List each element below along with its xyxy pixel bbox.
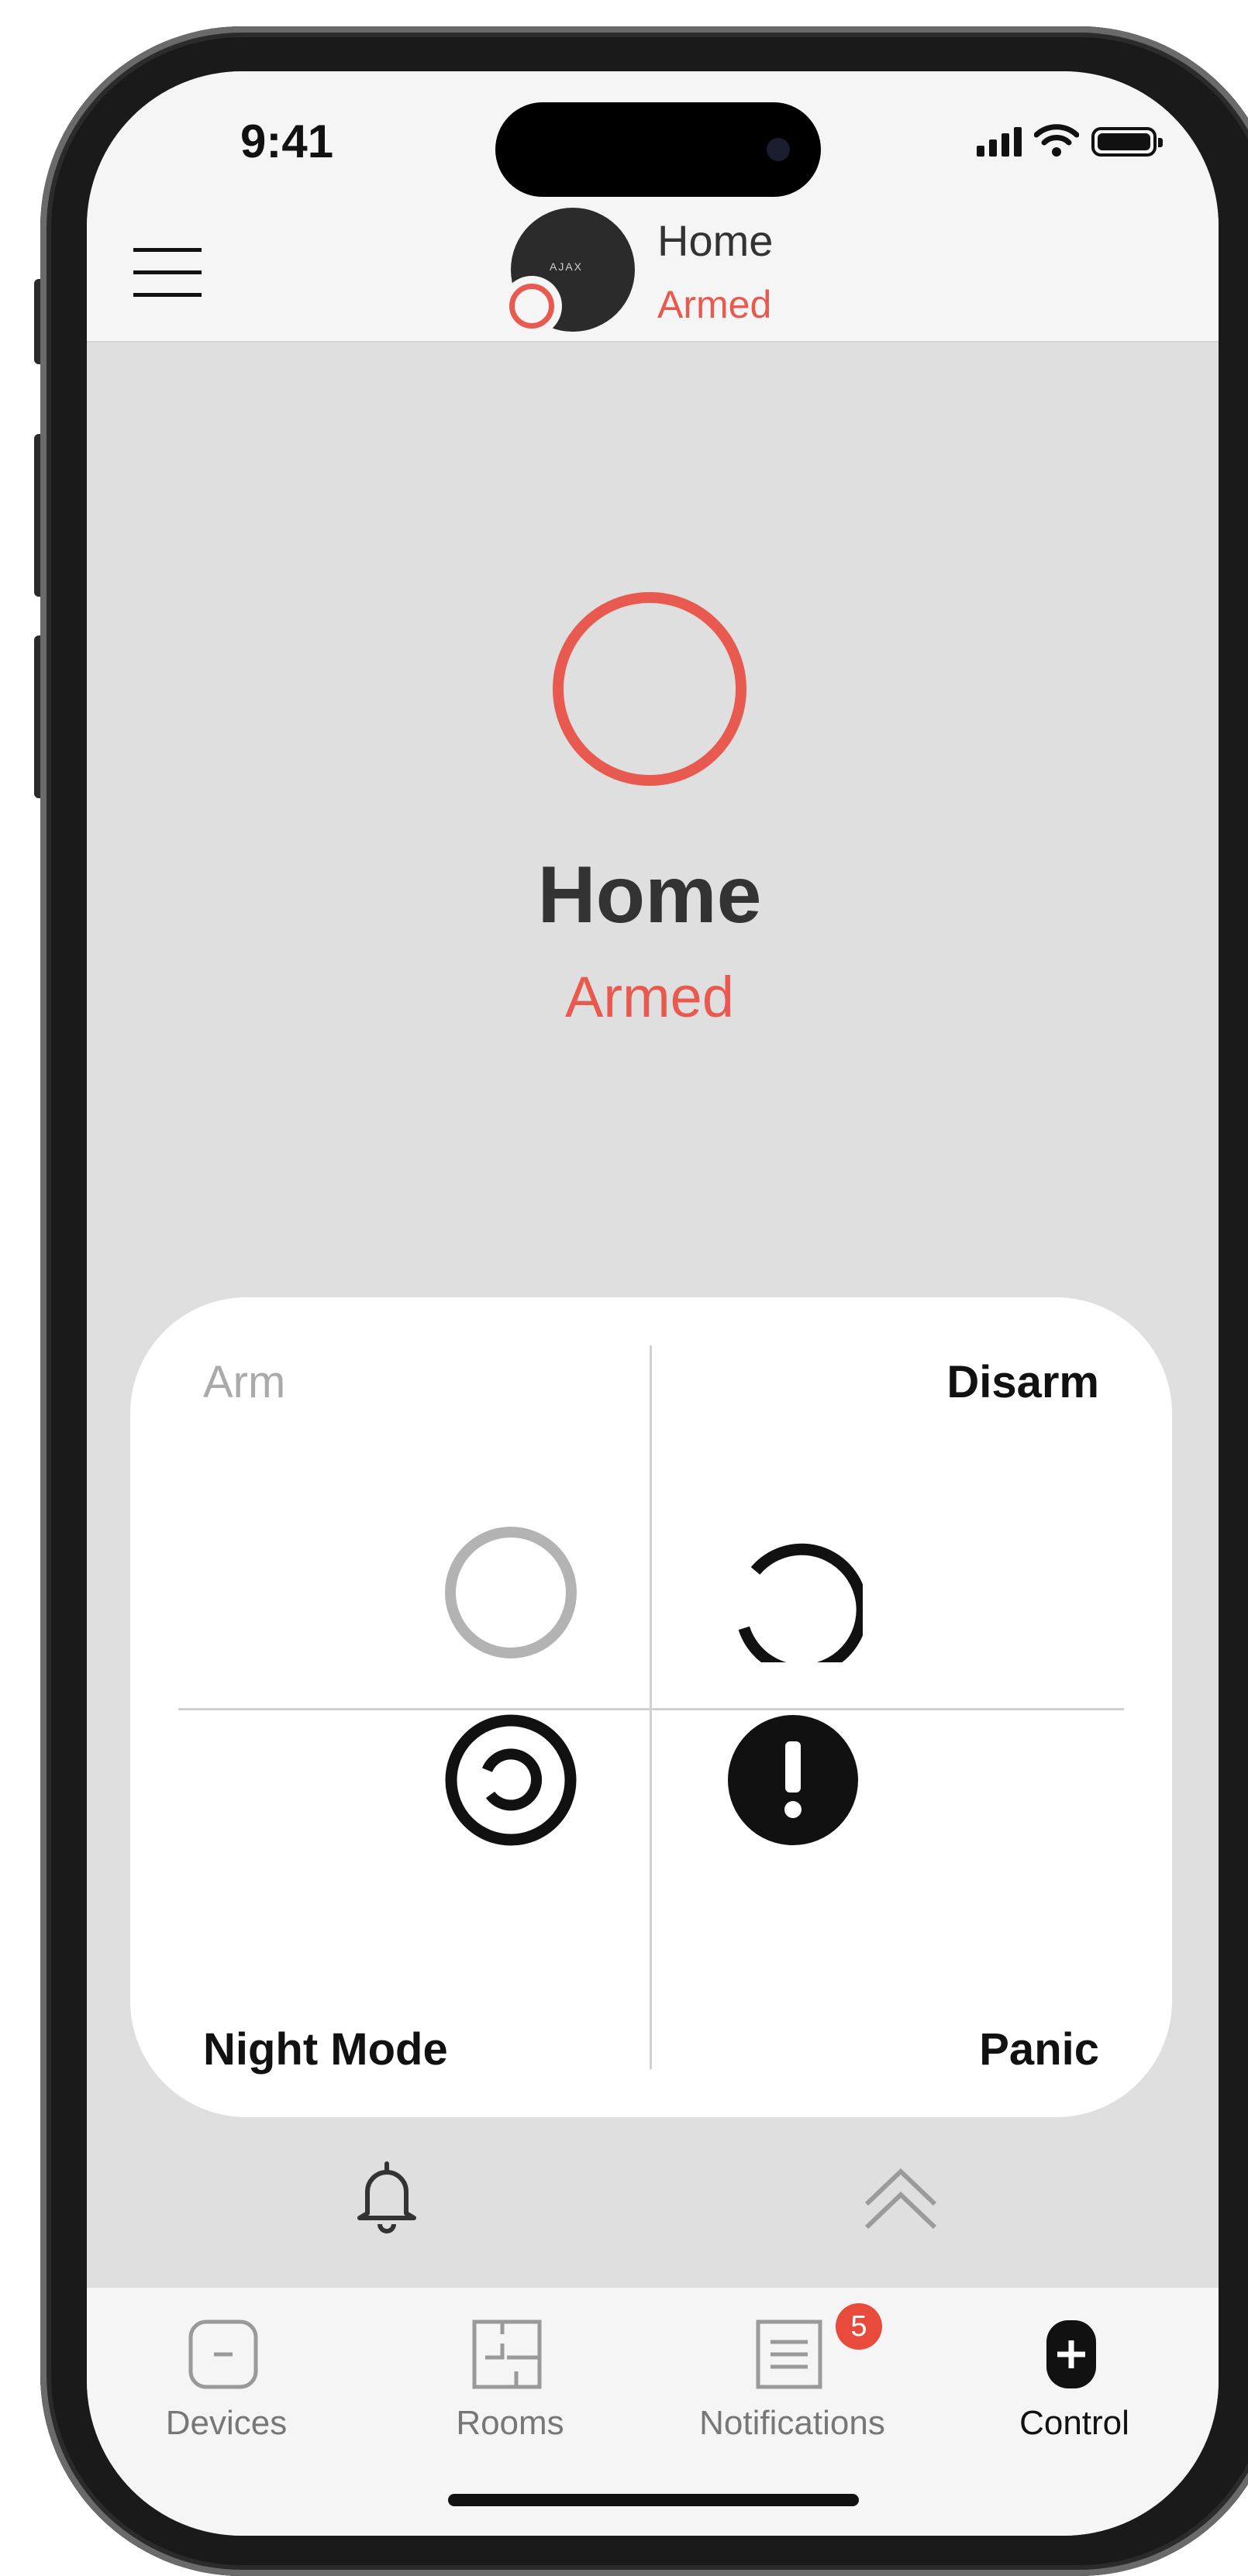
notifications-icon [756,2319,822,2389]
bell-icon[interactable] [352,2159,422,2233]
disarm-label: Disarm [946,1357,1099,1407]
panic-button[interactable]: Panic [652,1710,1172,2117]
armed-state-icon [553,592,746,786]
hub-avatar[interactable]: AJAX [502,208,635,336]
hub-name: Home [657,216,774,265]
night-mode-icon [445,1714,577,1846]
battery-icon [1091,127,1163,157]
tab-rooms[interactable]: Rooms [371,2288,650,2458]
panic-label: Panic [979,2024,1099,2075]
notifications-badge: 5 [836,2303,882,2350]
security-control-panel: Arm Disarm Night Mode Panic [130,1297,1172,2117]
night-mode-label: Night Mode [203,2024,448,2075]
top-bar: 9:41 AJAX Home Armed [87,71,1219,343]
hero-status: Armed [565,965,734,1029]
chevron-up-icon[interactable] [862,2162,939,2230]
cellular-signal-icon [977,126,1022,157]
menu-button[interactable] [133,248,202,298]
control-icon [1046,2320,1096,2388]
status-icons [977,124,1163,157]
rooms-icon [472,2319,542,2389]
tab-devices-label: Devices [165,2404,288,2442]
devices-icon [188,2319,258,2389]
tab-control-label: Control [1019,2404,1129,2442]
home-indicator[interactable] [448,2494,859,2506]
app-screen: 9:41 AJAX Home Armed Home Armed Arm Disa… [87,71,1219,2536]
tab-notifications[interactable]: 5 Notifications [653,2288,932,2458]
dynamic-island [495,102,821,197]
panic-icon [728,1715,858,1845]
tab-devices[interactable]: Devices [87,2288,366,2458]
hub-logo-text: AJAX [550,260,584,273]
disarm-button[interactable]: Disarm [652,1297,1172,1708]
arm-button[interactable]: Arm [130,1297,650,1708]
armed-status-icon [502,276,562,336]
tab-notifications-label: Notifications [699,2404,885,2442]
hub-status: Armed [657,283,772,326]
hero-title: Home [537,850,762,940]
arm-label: Arm [203,1357,286,1407]
tab-control[interactable]: Control [935,2288,1214,2458]
status-time: 9:41 [240,115,334,167]
tab-rooms-label: Rooms [456,2404,564,2442]
camera-icon [767,138,790,161]
arm-icon [445,1527,577,1658]
wifi-icon [1034,124,1079,157]
disarm-icon [738,1543,863,1662]
night-mode-button[interactable]: Night Mode [130,1710,650,2117]
